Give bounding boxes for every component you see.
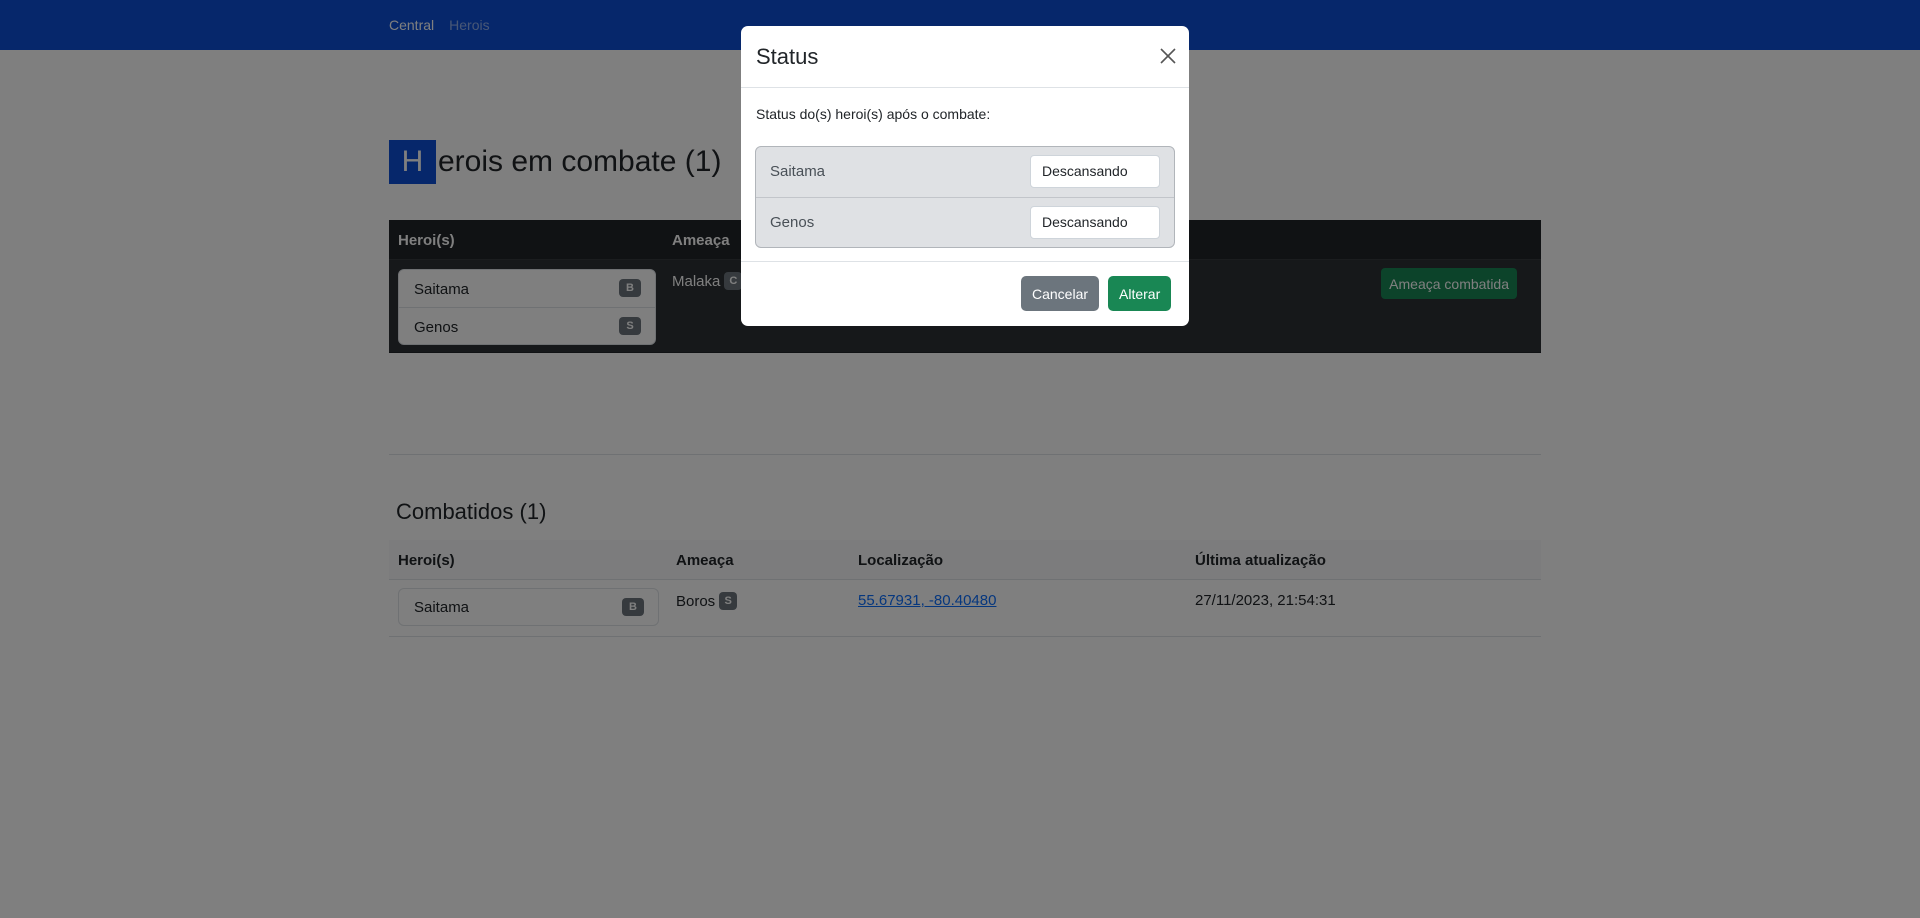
list-item: Saitama Descansando: [756, 147, 1174, 197]
modal-description: Status do(s) heroi(s) após o combate:: [756, 106, 991, 122]
list-item: Genos Descansando: [756, 197, 1174, 247]
status-select[interactable]: Descansando: [1030, 206, 1160, 239]
modal-header: Status: [741, 26, 1189, 88]
confirm-button[interactable]: Alterar: [1108, 276, 1172, 311]
cancel-button[interactable]: Cancelar: [1021, 276, 1100, 311]
hero-status-list: Saitama Descansando Genos Descansando: [755, 146, 1175, 248]
close-icon[interactable]: [1157, 45, 1179, 67]
modal-title: Status: [756, 44, 819, 69]
status-select[interactable]: Descansando: [1030, 155, 1160, 188]
hero-name: Saitama: [770, 163, 826, 180]
hero-name: Genos: [770, 214, 815, 231]
